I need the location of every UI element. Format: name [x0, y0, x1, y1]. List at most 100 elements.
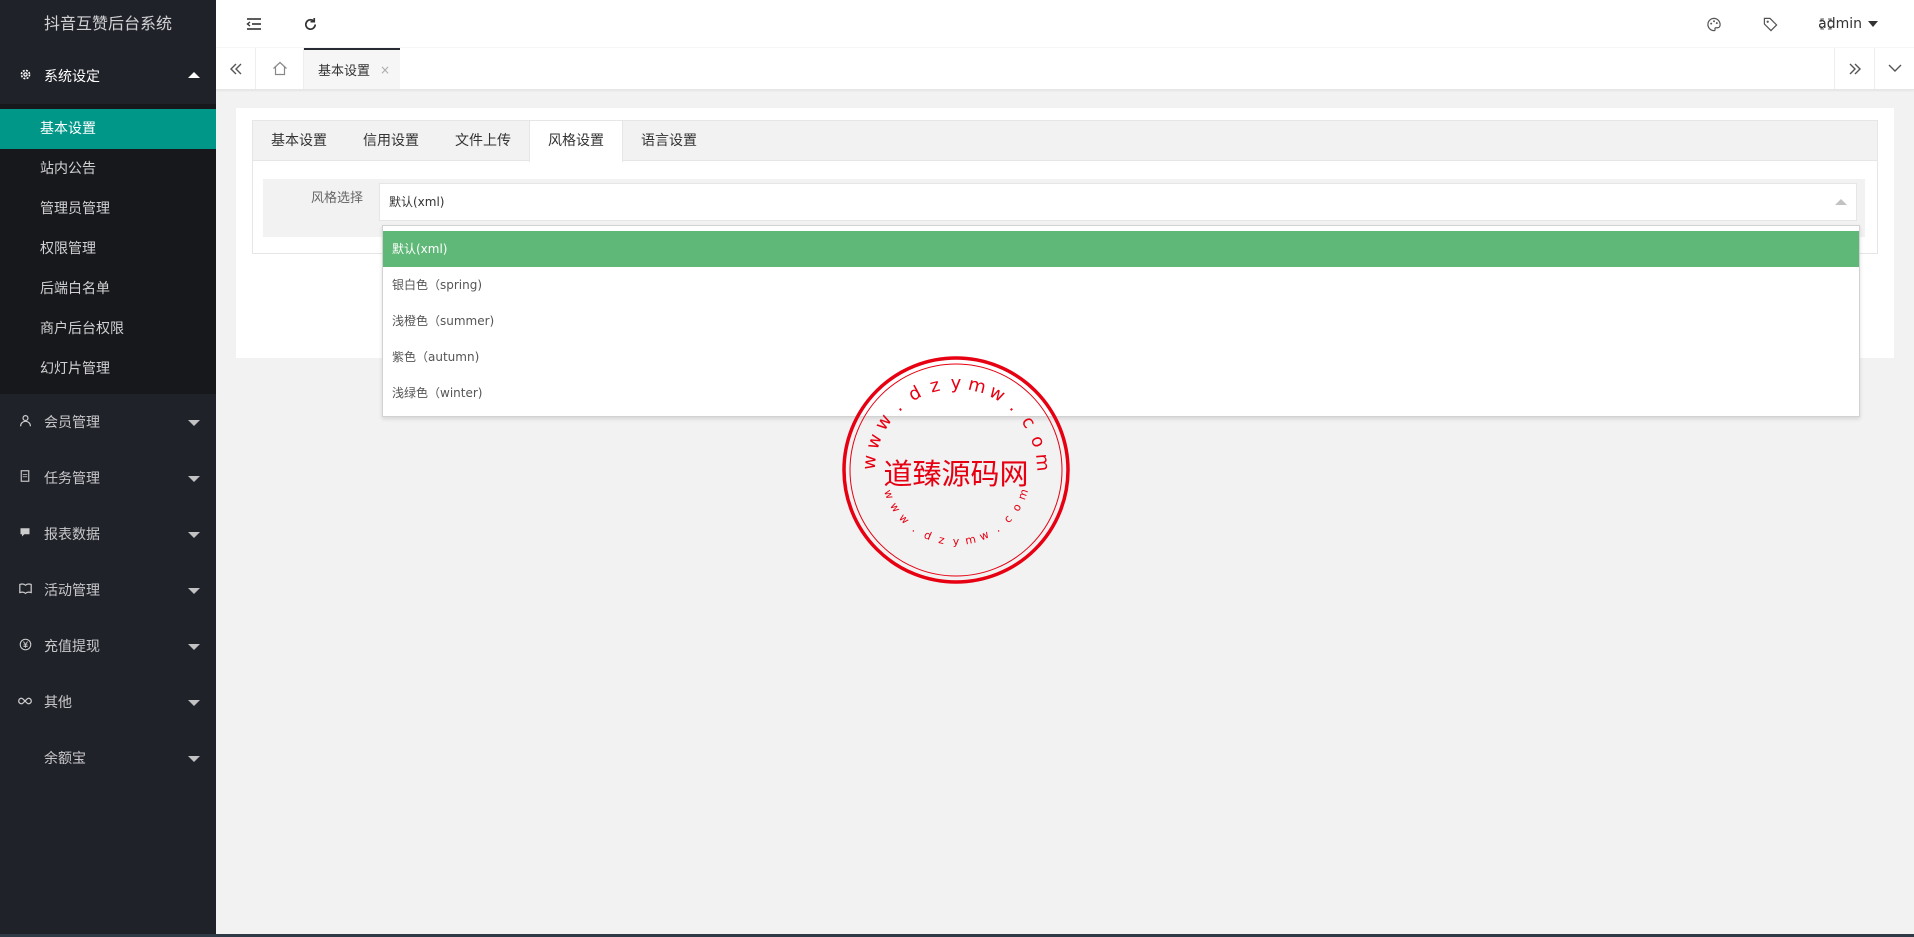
- tab-file-upload[interactable]: 文件上传: [437, 121, 529, 161]
- nav-group-members[interactable]: 会员管理: [0, 394, 216, 450]
- nav-group-recharge-withdraw[interactable]: 充值提现: [0, 618, 216, 674]
- caret-up-icon: [1835, 199, 1847, 205]
- style-select-value: 默认(xml): [389, 195, 445, 209]
- watermark-ring-char: .: [992, 522, 1002, 535]
- book-icon: [16, 582, 34, 599]
- double-chevron-right-icon[interactable]: [1834, 48, 1874, 89]
- chevron-down-icon[interactable]: [1874, 48, 1914, 89]
- refresh-icon[interactable]: [290, 0, 330, 48]
- watermark-ring-char: m: [964, 533, 977, 548]
- tab-credit[interactable]: 信用设置: [345, 121, 437, 161]
- style-dropdown: 默认(xml) 银白色（spring) 浅橙色（summer) 紫色（autum…: [382, 225, 1860, 417]
- watermark-stamp: 道臻源码网 www.d z y mw.com www. d z y m w .com: [842, 356, 1070, 584]
- watermark-ring-char: o: [1010, 501, 1025, 514]
- watermark-ring-bottom: www. d z y m w .com: [881, 487, 1031, 548]
- document-icon: [16, 470, 34, 486]
- sidebar-item-admin-management[interactable]: 管理员管理: [0, 189, 216, 229]
- tab-language[interactable]: 语言设置: [623, 121, 715, 161]
- nav-group-tasks[interactable]: 任务管理: [0, 450, 216, 506]
- style-select[interactable]: 默认(xml): [379, 183, 1857, 221]
- style-option-default[interactable]: 默认(xml): [383, 231, 1859, 267]
- sidebar-item-basic-settings[interactable]: 基本设置: [0, 109, 216, 149]
- nav-group-other[interactable]: 其他: [0, 674, 216, 730]
- nav-group-label: 会员管理: [44, 415, 100, 431]
- watermark-ring-char: .: [910, 522, 920, 535]
- chevron-down-icon: [188, 476, 200, 482]
- tab-label: 基本设置: [318, 64, 371, 79]
- chevron-down-icon: [188, 644, 200, 650]
- watermark-ring-char: .: [888, 397, 906, 416]
- tab-basic[interactable]: 基本设置: [253, 121, 345, 161]
- watermark-ring-char: .: [1005, 397, 1023, 416]
- watermark-ring-char: w: [862, 431, 887, 452]
- sidebar: 抖音互赞后台系统 系统设定 基本设置 站内公告 管理员管理 权限管理 后端白名单…: [0, 0, 216, 937]
- nav-group-label: 活动管理: [44, 583, 100, 599]
- watermark-ring-char: w: [871, 411, 897, 435]
- nav-group-activities[interactable]: 活动管理: [0, 562, 216, 618]
- chevron-down-icon: [188, 700, 200, 706]
- settings-tabs: 基本设置 信用设置 文件上传 风格设置 语言设置: [253, 121, 1877, 162]
- gear-icon: [16, 68, 34, 85]
- nav-group-reports[interactable]: 报表数据: [0, 506, 216, 562]
- nav-group-label: 充值提现: [44, 639, 100, 655]
- nav-group-system-settings[interactable]: 系统设定: [0, 48, 216, 104]
- user-menu[interactable]: admin: [1818, 0, 1878, 48]
- username: admin: [1818, 16, 1862, 32]
- watermark-ring-char: y: [951, 373, 962, 394]
- watermark-ring-char: w: [978, 528, 991, 543]
- style-option-spring[interactable]: 银白色（spring): [383, 267, 1859, 303]
- page-tabs-bar: 基本设置 ×: [216, 48, 1914, 90]
- sidebar-item-site-notice[interactable]: 站内公告: [0, 149, 216, 189]
- chevron-down-icon: [188, 756, 200, 762]
- style-option-winter[interactable]: 浅绿色（winter): [383, 375, 1859, 411]
- watermark-ring-char: m: [1015, 487, 1031, 502]
- double-chevron-left-icon[interactable]: [216, 48, 256, 89]
- nav-group-label: 系统设定: [44, 69, 100, 85]
- style-option-autumn[interactable]: 紫色（autumn): [383, 339, 1859, 375]
- close-icon[interactable]: ×: [380, 63, 390, 77]
- tab-style[interactable]: 风格设置: [529, 121, 623, 162]
- nav-group-label: 任务管理: [44, 471, 100, 487]
- chevron-down-icon: [188, 420, 200, 426]
- yen-icon: [16, 638, 34, 655]
- nav-group-label: 余额宝: [44, 751, 86, 767]
- sidebar-item-slideshow-management[interactable]: 幻灯片管理: [0, 349, 216, 389]
- sidebar-item-backend-whitelist[interactable]: 后端白名单: [0, 269, 216, 309]
- watermark-ring-char: m: [1031, 453, 1053, 472]
- chat-icon: [16, 526, 34, 542]
- nav-group-label: 其他: [44, 695, 72, 711]
- watermark-ring-char: y: [953, 535, 960, 548]
- home-icon[interactable]: [256, 48, 304, 89]
- user-icon: [16, 414, 34, 431]
- app-logo-title[interactable]: 抖音互赞后台系统: [0, 0, 216, 48]
- watermark-ring-char: o: [1026, 433, 1049, 450]
- infinity-icon: [16, 695, 34, 710]
- watermark-ring-char: c: [1001, 512, 1015, 525]
- watermark-ring-char: w: [896, 511, 912, 526]
- sub-menu-system-settings: 基本设置 站内公告 管理员管理 权限管理 后端白名单 商户后台权限 幻灯片管理: [0, 104, 216, 394]
- style-select-label: 风格选择: [310, 191, 363, 206]
- chevron-down-icon: [188, 588, 200, 594]
- caret-down-icon: [1868, 21, 1878, 27]
- nav-group-label: 报表数据: [44, 527, 100, 543]
- style-option-summer[interactable]: 浅橙色（summer): [383, 303, 1859, 339]
- tag-icon[interactable]: [1750, 0, 1790, 48]
- watermark-ring-char: w: [986, 381, 1009, 406]
- nav-group-yuebao[interactable]: 余额宝: [0, 730, 216, 786]
- menu-collapse-icon[interactable]: [234, 0, 274, 48]
- watermark-ring-char: z: [928, 375, 942, 398]
- watermark-ring-char: z: [937, 533, 946, 547]
- sidebar-item-permission-management[interactable]: 权限管理: [0, 229, 216, 269]
- tab-basic-settings[interactable]: 基本设置 ×: [304, 48, 400, 89]
- watermark-ring-char: c: [1017, 413, 1040, 433]
- watermark-ring-char: w: [859, 454, 881, 471]
- watermark-ring-char: w: [887, 500, 903, 514]
- watermark-ring-char: m: [966, 374, 988, 399]
- watermark-ring-char: d: [905, 382, 925, 406]
- sidebar-item-merchant-permissions[interactable]: 商户后台权限: [0, 309, 216, 349]
- chevron-up-icon: [188, 72, 200, 78]
- watermark-text: 道臻源码网: [883, 457, 1028, 491]
- watermark-ring-char: d: [922, 528, 934, 543]
- theme-palette-icon[interactable]: [1694, 0, 1734, 48]
- top-header: admin: [216, 0, 1914, 48]
